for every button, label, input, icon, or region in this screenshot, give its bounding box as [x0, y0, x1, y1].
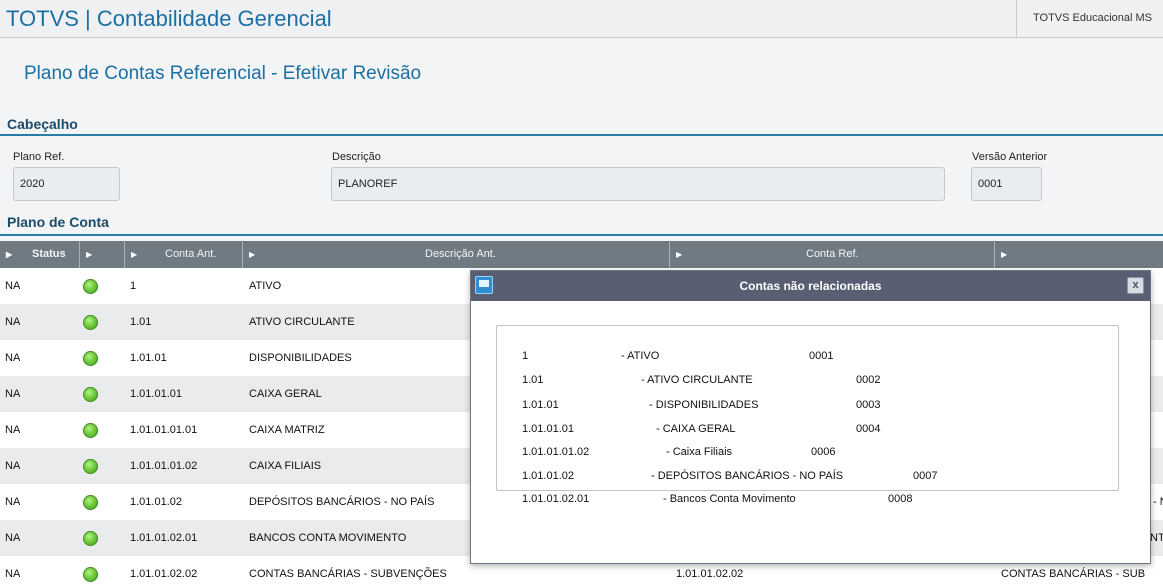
status-ok-icon: [83, 351, 98, 366]
descricao-ref-cell: - N: [1153, 496, 1163, 508]
dialog-line-codigo: 0008: [888, 493, 913, 505]
dialog-line-codigo: 0001: [809, 350, 834, 362]
column-header-indicator[interactable]: ▶: [80, 241, 125, 268]
dialog-line-descricao: - CAIXA GERAL: [656, 423, 736, 435]
dialog-line-codigo: 0002: [856, 374, 881, 386]
conta-ant-cell: 1: [130, 280, 137, 292]
dialog-title: Contas não relacionadas: [739, 279, 882, 293]
descricao-ant-cell: ATIVO CIRCULANTE: [249, 316, 355, 328]
contas-nao-relacionadas-dialog: Contas não relacionadas x 1 - ATIVO 0001…: [470, 270, 1151, 564]
conta-ant-cell: 1.01: [130, 316, 152, 328]
expand-arrow-icon: ▶: [1001, 250, 1008, 259]
conta-ant-cell: 1.01.01.01.01: [130, 424, 198, 436]
dialog-line-descricao: - Bancos Conta Movimento: [663, 493, 796, 505]
column-header-conta-ref[interactable]: ▶ Conta Ref.: [670, 241, 995, 268]
descricao-ant-cell: ATIVO: [249, 280, 282, 292]
status-cell: NA: [5, 316, 21, 328]
status-cell: NA: [5, 280, 21, 292]
status-cell: NA: [5, 424, 21, 436]
dialog-line-conta: 1.01.01.01: [522, 423, 574, 435]
conta-ant-cell: 1.01.01.02.01: [130, 532, 198, 544]
dialog-content-panel: [496, 325, 1119, 491]
dialog-line-descricao: - DEPÓSITOS BANCÁRIOS - NO PAÍS: [651, 470, 844, 482]
conta-ant-cell: 1.01.01: [130, 352, 167, 364]
status-ok-icon: [83, 423, 98, 438]
descricao-ant-cell: BANCOS CONTA MOVIMENTO: [249, 532, 407, 544]
descricao-ant-cell: CAIXA MATRIZ: [249, 424, 325, 436]
status-cell: NA: [5, 352, 21, 364]
column-header-descricao-ant[interactable]: ▶ Descrição Ant.: [243, 241, 670, 268]
section-divider: [0, 234, 1163, 236]
grid-header: ▶ Status ▶ ▶ Conta Ant. ▶ Descrição Ant.…: [0, 241, 1163, 268]
app-window: TOTVS | Contabilidade Gerencial TOTVS Ed…: [0, 0, 1163, 587]
top-bar: TOTVS | Contabilidade Gerencial TOTVS Ed…: [0, 0, 1163, 38]
column-header-descricao-ref[interactable]: ▶: [995, 241, 1163, 268]
expand-arrow-icon: ▶: [6, 250, 13, 259]
dialog-line-codigo: 0003: [856, 399, 881, 411]
expand-arrow-icon: ▶: [249, 250, 256, 259]
status-ok-icon: [83, 315, 98, 330]
status-cell: NA: [5, 496, 21, 508]
dialog-line-codigo: 0006: [811, 446, 836, 458]
column-header-status[interactable]: ▶ Status: [0, 241, 80, 268]
dialog-line-conta: 1.01.01: [522, 399, 559, 411]
status-cell: NA: [5, 460, 21, 472]
status-ok-icon: [83, 387, 98, 402]
conta-ant-cell: 1.01.01.02.02: [130, 568, 198, 580]
dialog-line-conta: 1.01.01.02.01: [522, 493, 590, 505]
dialog-line-descricao: - ATIVO CIRCULANTE: [641, 374, 753, 386]
status-cell: NA: [5, 532, 21, 544]
dialog-line-codigo: 0007: [913, 470, 938, 482]
plan-section-title: Plano de Conta: [7, 214, 109, 230]
section-divider: [0, 134, 1163, 136]
status-ok-icon: [83, 567, 98, 582]
conta-ant-cell: 1.01.01.01: [130, 388, 182, 400]
dialog-line-conta: 1.01: [522, 374, 544, 386]
descricao-field[interactable]: PLANOREF: [331, 167, 945, 201]
dialog-title-bar[interactable]: Contas não relacionadas x: [471, 271, 1150, 301]
plano-ref-label: Plano Ref.: [13, 151, 65, 163]
descricao-ant-cell: DEPÓSITOS BANCÁRIOS - NO PAÍS: [249, 496, 435, 508]
status-ok-icon: [83, 459, 98, 474]
header-section-title: Cabeçalho: [7, 116, 78, 132]
status-cell: NA: [5, 568, 21, 580]
expand-arrow-icon: ▶: [676, 250, 683, 259]
descricao-ref-cell: NT: [1150, 532, 1163, 544]
column-header-conta-ant[interactable]: ▶ Conta Ant.: [125, 241, 243, 268]
plano-ref-field[interactable]: 2020: [13, 167, 120, 201]
dialog-line-descricao: - ATIVO: [621, 350, 660, 362]
versao-anterior-label: Versão Anterior: [972, 151, 1048, 163]
page-title: Plano de Contas Referencial - Efetivar R…: [24, 63, 422, 84]
descricao-ant-cell: CAIXA GERAL: [249, 388, 322, 400]
status-cell: NA: [5, 388, 21, 400]
app-title: TOTVS | Contabilidade Gerencial: [6, 6, 332, 31]
status-ok-icon: [83, 279, 98, 294]
versao-anterior-field[interactable]: 0001: [971, 167, 1042, 201]
close-button[interactable]: x: [1127, 277, 1144, 294]
descricao-ant-cell: CONTAS BANCÁRIAS - SUBVENÇÕES: [249, 568, 447, 580]
expand-arrow-icon: ▶: [131, 250, 138, 259]
dialog-line-conta: 1.01.01.02: [522, 470, 574, 482]
company-selector[interactable]: TOTVS Educacional MS: [1016, 0, 1163, 37]
descricao-ant-cell: CAIXA FILIAIS: [249, 460, 322, 472]
dialog-line-conta: 1.01.01.01.02: [522, 446, 590, 458]
dialog-line-descricao: - DISPONIBILIDADES: [649, 399, 759, 411]
status-ok-icon: [83, 495, 98, 510]
expand-arrow-icon: ▶: [86, 250, 93, 259]
conta-ant-cell: 1.01.01.02: [130, 496, 182, 508]
dialog-line-descricao: - Caixa Filiais: [666, 446, 733, 458]
conta-ant-cell: 1.01.01.01.02: [130, 460, 198, 472]
status-ok-icon: [83, 531, 98, 546]
dialog-line-conta: 1: [522, 350, 529, 362]
descricao-label: Descrição: [332, 151, 381, 163]
dialog-line-codigo: 0004: [856, 423, 881, 435]
descricao-ant-cell: DISPONIBILIDADES: [249, 352, 352, 364]
